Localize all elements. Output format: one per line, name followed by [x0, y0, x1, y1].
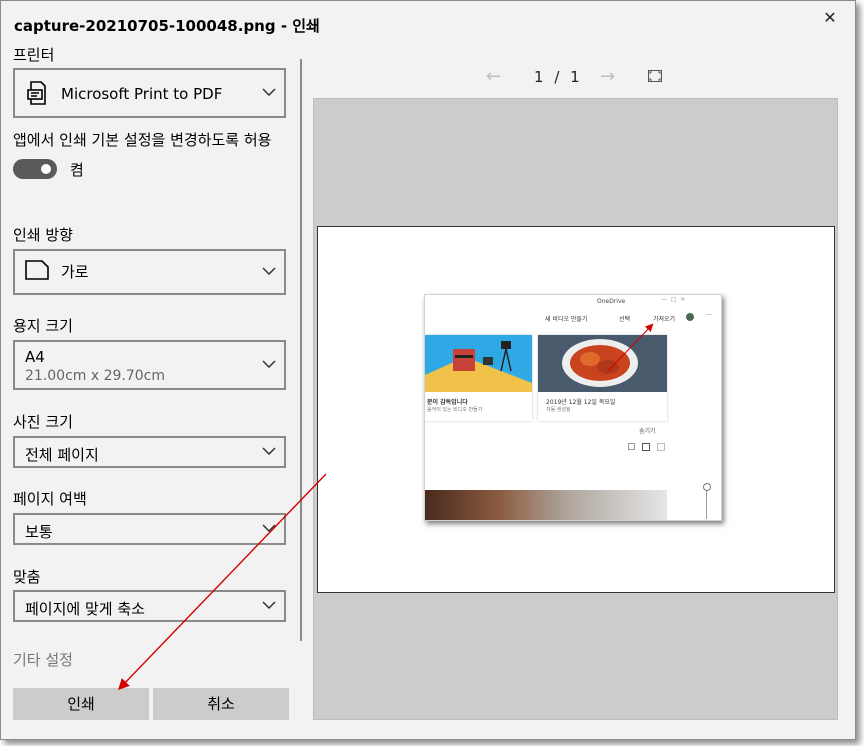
- printer-icon: [27, 81, 46, 105]
- landscape-page-icon: [25, 260, 49, 280]
- print-button[interactable]: 인쇄: [13, 688, 149, 720]
- chevron-down-icon: [262, 360, 276, 368]
- chevron-down-icon: [262, 267, 276, 275]
- dialog-title: capture-20210705-100048.png - 인쇄: [14, 17, 320, 35]
- thumb-app-name: OneDrive: [597, 298, 626, 305]
- thumb-bottom-photo: [425, 490, 667, 520]
- paper-size-detail: 21.00cm x 29.70cm: [25, 368, 166, 384]
- paper-size-value: A4: [25, 348, 45, 366]
- chevron-down-icon: [262, 447, 276, 455]
- margins-label: 페이지 여백: [13, 490, 87, 508]
- printer-value: Microsoft Print to PDF: [61, 85, 223, 103]
- close-icon[interactable]: ✕: [819, 7, 841, 29]
- paper-size-select[interactable]: A4 21.00cm x 29.70cm: [13, 340, 286, 390]
- orientation-select[interactable]: 가로: [13, 249, 286, 295]
- preview-image: OneDrive — □ ✕ 새 비디오 만들기 선택 가져오기 ··· 분이 …: [424, 294, 722, 521]
- thumb-select: 선택: [619, 316, 631, 323]
- settings-scrollbar[interactable]: [300, 59, 302, 641]
- thumb-card-1-sub: 음악이 있는 비디오 만들기: [427, 407, 483, 413]
- thumb-view-icon-1: [628, 443, 635, 450]
- toggle-knob: [41, 164, 51, 174]
- thumb-avatar: [686, 313, 694, 321]
- paper-size-label: 용지 크기: [13, 317, 73, 335]
- app-settings-label: 앱에서 인쇄 기본 설정을 변경하도록 허용: [13, 131, 272, 149]
- chevron-down-icon: [262, 524, 276, 532]
- chevron-down-icon: [262, 88, 276, 96]
- toggle-state-label: 켬: [70, 161, 84, 179]
- printer-select[interactable]: Microsoft Print to PDF: [13, 68, 286, 118]
- orientation-value: 가로: [61, 263, 89, 281]
- thumb-hide-link: 숨기기: [639, 428, 656, 435]
- thumb-view-icon-2: [642, 443, 650, 451]
- thumb-card-1-title: 분이 감독입니다: [427, 399, 468, 406]
- thumb-window-controls: — □ ✕: [661, 296, 686, 303]
- next-page-icon[interactable]: →: [600, 66, 615, 87]
- thumb-card-1: 분이 감독입니다 음악이 있는 비디오 만들기: [425, 335, 532, 421]
- cancel-button[interactable]: 취소: [153, 688, 289, 720]
- thumb-card-2-sub: 자동 생성됨: [546, 407, 571, 413]
- page-total: 1: [570, 68, 580, 86]
- margins-value: 보통: [25, 523, 53, 541]
- thumb-scroll-thumb: [703, 483, 711, 491]
- margins-select[interactable]: 보통: [13, 513, 286, 545]
- page-separator: /: [554, 68, 560, 86]
- orientation-label: 인쇄 방향: [13, 226, 73, 244]
- fit-to-window-icon[interactable]: [648, 70, 662, 82]
- photo-size-select[interactable]: 전체 페이지: [13, 436, 286, 468]
- thumb-view-icon-3: [657, 443, 665, 451]
- app-settings-toggle[interactable]: [13, 159, 57, 179]
- thumb-card-2: 2019년 12월 12일 목요일 자동 생성됨: [538, 335, 667, 421]
- more-settings-link[interactable]: 기타 설정: [13, 649, 73, 670]
- fit-label: 맞춤: [13, 568, 41, 586]
- chevron-down-icon: [262, 601, 276, 609]
- fit-select[interactable]: 페이지에 맞게 축소: [13, 590, 286, 622]
- thumb-more: ···: [706, 312, 712, 319]
- page-indicator: 1 / 1: [534, 68, 580, 86]
- thumb-new-video: 새 비디오 만들기: [545, 316, 588, 323]
- thumb-card-2-photo: [538, 335, 667, 392]
- fit-value: 페이지에 맞게 축소: [25, 600, 145, 618]
- thumb-import: 가져오기: [653, 316, 676, 323]
- prev-page-icon[interactable]: ←: [486, 66, 501, 87]
- thumb-card-2-title: 2019년 12월 12일 목요일: [546, 399, 616, 406]
- photo-size-value: 전체 페이지: [25, 446, 99, 464]
- thumb-card-1-illustration: [425, 335, 532, 392]
- printer-label: 프린터: [13, 46, 55, 64]
- page-current: 1: [534, 68, 544, 86]
- photo-size-label: 사진 크기: [13, 413, 73, 431]
